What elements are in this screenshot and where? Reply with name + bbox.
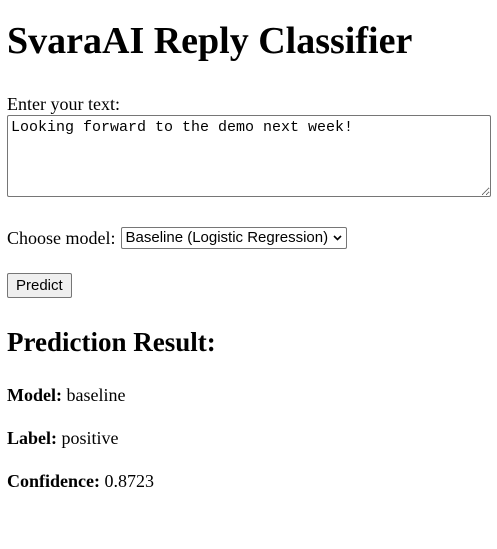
result-model-line: Model: baseline: [7, 385, 125, 405]
page-title: SvaraAI Reply Classifier: [7, 20, 413, 62]
text-input-label: Enter your text:: [7, 94, 120, 114]
result-model-key: Model:: [7, 385, 62, 405]
result-heading: Prediction Result:: [7, 327, 216, 357]
result-confidence-value: 0.8723: [104, 471, 155, 491]
model-select-label: Choose model:: [7, 228, 116, 248]
result-confidence-line: Confidence: 0.8723: [7, 471, 154, 491]
result-model-value: baseline: [66, 385, 126, 405]
result-label-line: Label: positive: [7, 428, 119, 448]
model-select-value: Baseline (Logistic Regression): [125, 229, 329, 246]
model-select[interactable]: Baseline (Logistic Regression): [120, 227, 348, 249]
result-label-key: Label:: [7, 428, 58, 448]
result-confidence-key: Confidence:: [7, 471, 100, 491]
predict-button[interactable]: Predict: [7, 273, 72, 298]
chevron-down-icon: [333, 235, 342, 241]
text-input[interactable]: Looking forward to the demo next week!: [7, 115, 491, 197]
model-selector-row: Choose model: Baseline (Logistic Regress…: [7, 226, 348, 250]
result-label-value: positive: [61, 428, 119, 448]
